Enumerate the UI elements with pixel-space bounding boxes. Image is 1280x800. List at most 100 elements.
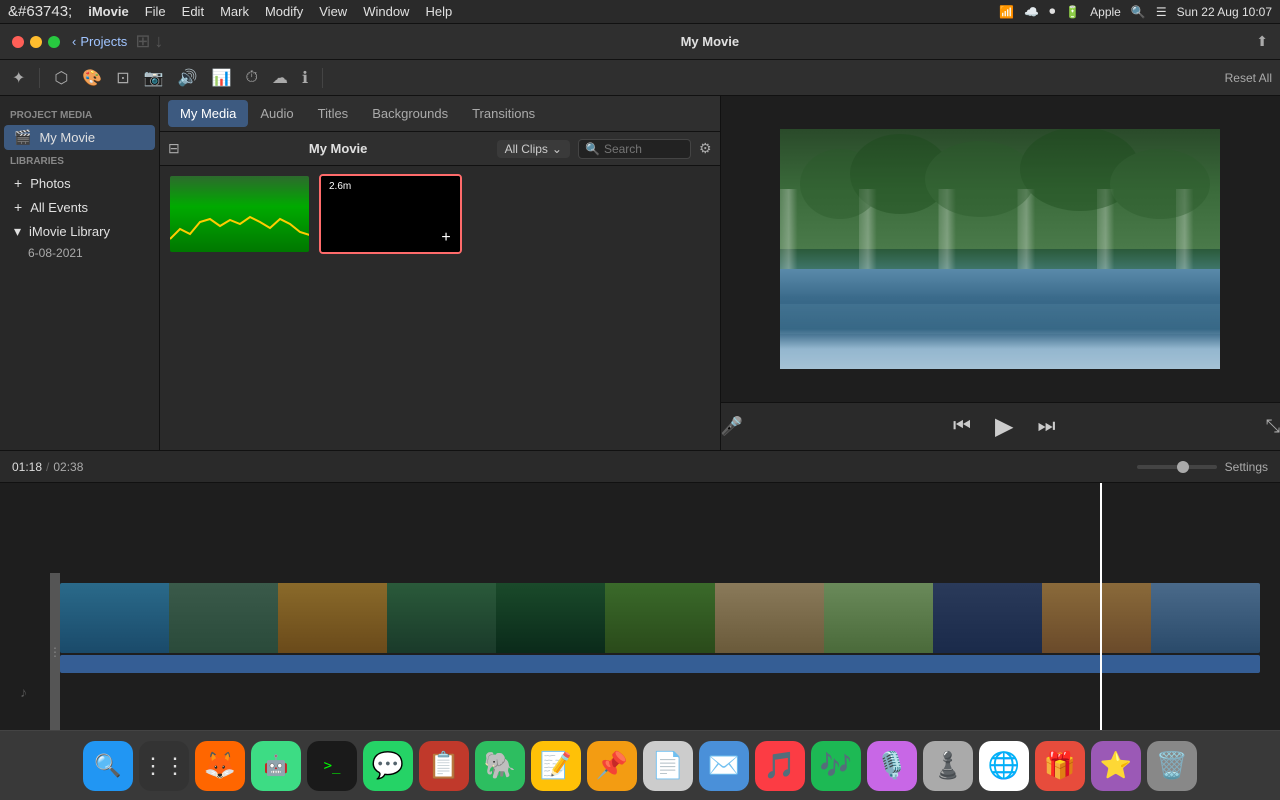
clip-thumb-black[interactable]: 2.6m + bbox=[319, 174, 462, 254]
tab-audio[interactable]: Audio bbox=[248, 100, 305, 127]
menu-help[interactable]: Help bbox=[425, 4, 452, 19]
reset-all-button[interactable]: Reset All bbox=[1225, 71, 1272, 85]
dock-music[interactable]: 🎵 bbox=[755, 741, 805, 791]
tab-my-media[interactable]: My Media bbox=[168, 100, 248, 127]
dock: 🔍 ⋮⋮ 🦊 🤖 >_ 💬 📋 🐘 📝 📌 📄 ✉️ 🎵 🎶 🎙️ ♟️ 🌐 🎁… bbox=[0, 730, 1280, 800]
green-screen-preview bbox=[170, 176, 309, 252]
fullscreen-icon[interactable]: ⤡ bbox=[1266, 416, 1280, 437]
menu-edit[interactable]: Edit bbox=[182, 4, 204, 19]
dock-quicklook[interactable]: 📄 bbox=[643, 741, 693, 791]
projects-back-button[interactable]: ‹ Projects bbox=[72, 34, 127, 49]
dock-terminal[interactable]: >_ bbox=[307, 741, 357, 791]
dock-firefox[interactable]: 🦊 bbox=[195, 741, 245, 791]
color-balance-icon[interactable]: ⬡ bbox=[50, 66, 72, 90]
settings-gear-icon[interactable]: ⚙ bbox=[699, 140, 712, 157]
strip-seg-9 bbox=[933, 583, 1042, 653]
menu-file[interactable]: File bbox=[145, 4, 166, 19]
dock-stickies[interactable]: 📌 bbox=[587, 741, 637, 791]
dock-lists[interactable]: 📋 bbox=[419, 741, 469, 791]
timeline-toolbar: 01:18 / 02:38 Settings bbox=[0, 451, 1280, 483]
sidebar-toggle-icon[interactable]: ⊟ bbox=[168, 140, 180, 157]
menu-modify[interactable]: Modify bbox=[265, 4, 303, 19]
menu-view[interactable]: View bbox=[319, 4, 347, 19]
menu-mark[interactable]: Mark bbox=[220, 4, 249, 19]
sidebar: PROJECT MEDIA 🎬 My Movie LIBRARIES + Pho… bbox=[0, 96, 160, 450]
play-pause-button[interactable]: ▶ bbox=[995, 412, 1013, 441]
skip-back-button[interactable]: ⏮ bbox=[953, 415, 971, 438]
dock-notes[interactable]: 📝 bbox=[531, 741, 581, 791]
cloud-icon: ☁️ bbox=[1024, 5, 1039, 19]
preview-panel: 🎤 ⏮ ▶ ⏭ ⤡ bbox=[721, 96, 1280, 450]
grid-view-icon[interactable]: ⊞ bbox=[135, 31, 150, 52]
strip-seg-4 bbox=[387, 583, 496, 653]
fullscreen-window-button[interactable] bbox=[48, 36, 60, 48]
zoom-slider-track[interactable] bbox=[1137, 465, 1217, 469]
dock-chrome[interactable]: 🌐 bbox=[979, 741, 1029, 791]
sidebar-item-photos[interactable]: + Photos bbox=[4, 171, 155, 195]
clip-browser-toolbar: ⊟ My Movie All Clips ⌄ 🔍 ⚙ bbox=[160, 132, 720, 166]
color-correct-icon[interactable]: 🎨 bbox=[78, 66, 106, 90]
menu-bar: &#63743; iMovie File Edit Mark Modify Vi… bbox=[0, 0, 1280, 24]
window-title: My Movie bbox=[163, 34, 1256, 49]
video-timeline-strip[interactable] bbox=[60, 583, 1260, 653]
clip-thumb-green[interactable] bbox=[168, 174, 311, 254]
window-controls bbox=[12, 36, 60, 48]
dock-finder[interactable]: 🔍 bbox=[83, 741, 133, 791]
preview-video-area[interactable] bbox=[721, 96, 1280, 402]
sidebar-item-my-movie[interactable]: 🎬 My Movie bbox=[4, 125, 155, 150]
movie-icon: 🎬 bbox=[14, 129, 31, 146]
sidebar-item-label-photos: Photos bbox=[30, 176, 70, 191]
skip-forward-button[interactable]: ⏭ bbox=[1037, 415, 1055, 438]
crop-icon[interactable]: ⊡ bbox=[112, 66, 133, 90]
back-arrow-icon: ‹ bbox=[72, 34, 76, 49]
dock-spotify[interactable]: 🎶 bbox=[811, 741, 861, 791]
share-icon[interactable]: ⬆ bbox=[1256, 33, 1268, 50]
tab-transitions[interactable]: Transitions bbox=[460, 100, 547, 127]
app-name-menu[interactable]: iMovie bbox=[88, 4, 128, 19]
speed-icon[interactable]: ⏱ bbox=[241, 67, 261, 89]
sidebar-item-imovie-library[interactable]: ▾ iMovie Library bbox=[4, 219, 155, 244]
strip-seg-7 bbox=[715, 583, 824, 653]
close-window-button[interactable] bbox=[12, 36, 24, 48]
microphone-icon[interactable]: 🎤 bbox=[721, 416, 743, 437]
dock-gift[interactable]: 🎁 bbox=[1035, 741, 1085, 791]
tab-backgrounds[interactable]: Backgrounds bbox=[360, 100, 460, 127]
sidebar-item-label-movie: My Movie bbox=[39, 130, 95, 145]
dock-android-studio[interactable]: 🤖 bbox=[251, 741, 301, 791]
dock-mail[interactable]: ✉️ bbox=[699, 741, 749, 791]
menu-window[interactable]: Window bbox=[363, 4, 409, 19]
dock-imovie[interactable]: ⭐ bbox=[1091, 741, 1141, 791]
minimize-window-button[interactable] bbox=[30, 36, 42, 48]
record-icon: ⏺ bbox=[1049, 4, 1055, 19]
clip-add-button[interactable]: + bbox=[436, 228, 456, 248]
timeline-playhead[interactable] bbox=[1100, 483, 1102, 730]
dock-evernote[interactable]: 🐘 bbox=[475, 741, 525, 791]
dock-trash[interactable]: 🗑️ bbox=[1147, 741, 1197, 791]
dock-whatsapp[interactable]: 💬 bbox=[363, 741, 413, 791]
dock-launchpad[interactable]: ⋮⋮ bbox=[139, 741, 189, 791]
control-center-icon[interactable]: ☰ bbox=[1156, 5, 1167, 19]
dock-chess[interactable]: ♟️ bbox=[923, 741, 973, 791]
equalizer-icon[interactable]: 📊 bbox=[208, 66, 236, 90]
all-clips-dropdown[interactable]: All Clips ⌄ bbox=[497, 140, 570, 158]
tab-titles[interactable]: Titles bbox=[306, 100, 361, 127]
battery-icon: 🔋 bbox=[1065, 5, 1080, 19]
middle-section: PROJECT MEDIA 🎬 My Movie LIBRARIES + Pho… bbox=[0, 96, 1280, 450]
info-icon[interactable]: ℹ bbox=[298, 66, 312, 90]
dock-podcasts[interactable]: 🎙️ bbox=[867, 741, 917, 791]
search-menu-icon[interactable]: 🔍 bbox=[1131, 5, 1146, 19]
sidebar-item-all-events[interactable]: + All Events bbox=[4, 195, 155, 219]
apple-menu-icon[interactable]: &#63743; bbox=[8, 3, 72, 20]
strip-seg-3 bbox=[278, 583, 387, 653]
stabilize-icon[interactable]: 📷 bbox=[140, 66, 168, 90]
volume-icon[interactable]: 🔊 bbox=[174, 66, 202, 90]
noise-reduction-icon[interactable]: ☁ bbox=[268, 66, 292, 90]
timeline-resize-handle[interactable]: ⋮ bbox=[50, 573, 60, 730]
search-input[interactable] bbox=[604, 142, 684, 156]
import-icon[interactable]: ↓ bbox=[154, 31, 163, 52]
magic-wand-icon[interactable]: ✦ bbox=[8, 66, 29, 90]
datetime: Sun 22 Aug 10:07 bbox=[1177, 5, 1272, 19]
zoom-slider-handle[interactable] bbox=[1177, 461, 1189, 473]
timeline-settings-button[interactable]: Settings bbox=[1225, 460, 1268, 474]
sidebar-library-date: 6-08-2021 bbox=[0, 244, 159, 262]
